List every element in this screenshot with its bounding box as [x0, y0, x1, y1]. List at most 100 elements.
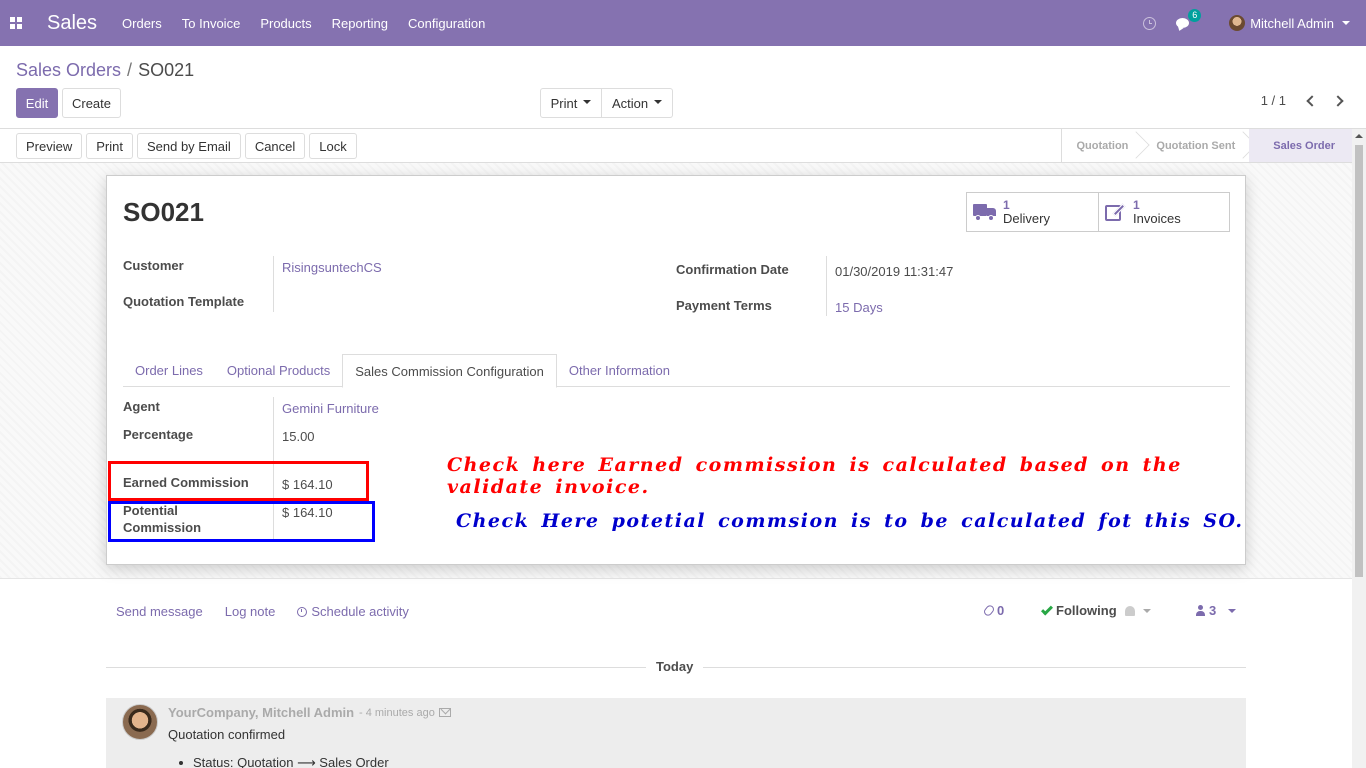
tab-optional-products[interactable]: Optional Products: [215, 354, 342, 387]
schedule-activity-button[interactable]: Schedule activity: [297, 604, 409, 619]
chevron-right-icon[interactable]: [1332, 94, 1344, 107]
follow-button[interactable]: Following: [1040, 602, 1151, 618]
customer-field[interactable]: RisingsuntechCS: [282, 260, 382, 275]
action-dropdown[interactable]: Action: [602, 88, 673, 118]
chat-icon: [1176, 18, 1190, 28]
date-separator-label: Today: [646, 659, 704, 674]
quotation-template-label: Quotation Template: [123, 294, 245, 309]
stage-sales-order[interactable]: Sales Order: [1249, 129, 1352, 162]
menu-to-invoice[interactable]: To Invoice: [182, 16, 241, 31]
cancel-button[interactable]: Cancel: [244, 133, 306, 159]
action-label: Action: [611, 95, 649, 111]
delivery-count: 1: [1003, 198, 1010, 212]
form-statusbar: Preview Print Send by Email Cancel Lock …: [0, 129, 1352, 163]
print-button[interactable]: Print: [86, 133, 133, 159]
invoices-label: Invoices: [1133, 211, 1181, 226]
caret-down-icon: [654, 99, 663, 104]
page-scrollbar[interactable]: [1352, 129, 1366, 768]
preview-button[interactable]: Preview: [16, 133, 83, 159]
schedule-activity-label: Schedule activity: [311, 604, 409, 619]
activity-clock-icon[interactable]: [1143, 16, 1157, 30]
edit-button[interactable]: Edit: [16, 88, 58, 118]
message-time: - 4 minutes ago: [359, 707, 435, 719]
message-body: Quotation confirmed: [168, 727, 286, 742]
sidebar-buttons: Print Action: [540, 88, 673, 118]
send-message-button[interactable]: Send message: [116, 604, 203, 619]
menu-orders[interactable]: Orders: [122, 16, 162, 31]
percentage-label: Percentage: [123, 427, 194, 442]
breadcrumb-sales-orders[interactable]: Sales Orders: [16, 60, 121, 80]
breadcrumb-separator: /: [127, 60, 133, 80]
paperclip-icon: [982, 603, 996, 618]
truck-icon: [973, 203, 997, 221]
agent-label: Agent: [123, 399, 160, 414]
earned-highlight-box: [108, 461, 369, 501]
potential-annotation: Check Here potetial commsion is to be ca…: [456, 510, 1244, 532]
stage-quotation-sent[interactable]: Quotation Sent: [1142, 129, 1249, 162]
print-label: Print: [550, 95, 578, 111]
breadcrumb: Sales Orders / SO021: [16, 60, 194, 81]
menu-reporting[interactable]: Reporting: [332, 16, 388, 31]
invoices-smart-button[interactable]: 1 Invoices: [1098, 193, 1229, 231]
apps-menu-button[interactable]: [0, 0, 32, 46]
create-button[interactable]: Create: [62, 88, 121, 118]
chat-badge: 6: [1188, 9, 1202, 22]
chatter-topbar: Send message Log note Schedule activity: [116, 604, 409, 619]
agent-field[interactable]: Gemini Furniture: [282, 401, 379, 416]
payment-terms-field[interactable]: 15 Days: [835, 300, 883, 315]
menu-configuration[interactable]: Configuration: [408, 16, 485, 31]
log-note-button[interactable]: Log note: [225, 604, 276, 619]
messaging-menu[interactable]: 6: [1176, 9, 1202, 28]
scroll-up-arrow-icon[interactable]: [1355, 134, 1363, 138]
menu-products[interactable]: Products: [260, 16, 311, 31]
field-divider: [826, 256, 827, 316]
payment-terms-label: Payment Terms: [676, 298, 772, 313]
message-author[interactable]: YourCompany, Mitchell Admin: [168, 705, 354, 720]
clock-icon: [297, 606, 308, 617]
print-dropdown[interactable]: Print: [540, 88, 602, 118]
invoices-count: 1: [1133, 198, 1140, 212]
chevron-left-icon[interactable]: [1306, 94, 1318, 107]
user-icon: [1196, 605, 1205, 616]
percentage-field[interactable]: 15.00: [282, 429, 315, 444]
field-divider: [273, 256, 274, 312]
caret-down-icon: [1228, 608, 1237, 613]
earned-annotation: Check here Earned commission is calculat…: [447, 454, 1182, 498]
pager: 1 / 1: [1261, 93, 1344, 108]
scrollbar-thumb[interactable]: [1355, 145, 1363, 577]
caret-down-icon[interactable]: [1142, 608, 1151, 613]
author-avatar[interactable]: [122, 704, 158, 740]
send-by-email-button[interactable]: Send by Email: [136, 133, 241, 159]
tab-order-lines[interactable]: Order Lines: [123, 354, 215, 387]
user-menu[interactable]: Mitchell Admin: [1250, 16, 1334, 31]
delivery-smart-button[interactable]: 1 Delivery: [967, 193, 1098, 231]
attachments-button[interactable]: 0: [982, 603, 1004, 618]
followers-button[interactable]: 3: [1196, 603, 1237, 618]
main-menu: Orders To Invoice Products Reporting Con…: [122, 16, 505, 31]
tab-other-information[interactable]: Other Information: [557, 354, 682, 387]
apps-grid-icon: [10, 17, 22, 29]
potential-highlight-box: [108, 501, 375, 542]
envelope-icon[interactable]: [439, 708, 451, 717]
edit-icon: [1105, 202, 1127, 222]
followers-count: 3: [1209, 603, 1217, 618]
user-caret-down-icon[interactable]: [1342, 21, 1350, 25]
customer-label: Customer: [123, 258, 184, 273]
notebook-tabs: Order Lines Optional Products Sales Comm…: [123, 354, 1230, 388]
app-name[interactable]: Sales: [47, 12, 97, 35]
bell-icon[interactable]: [1124, 605, 1135, 616]
chatter-message: YourCompany, Mitchell Admin - 4 minutes …: [106, 698, 1246, 768]
caret-down-icon: [583, 99, 592, 104]
order-title: SO021: [123, 197, 204, 227]
confirmation-date-label: Confirmation Date: [676, 262, 789, 277]
pager-value[interactable]: 1 / 1: [1261, 93, 1286, 108]
message-tracking-value: Status: Quotation ⟶ Sales Order: [179, 755, 389, 768]
status-stages: Quotation Quotation Sent Sales Order: [1061, 129, 1352, 162]
check-icon: [1040, 602, 1054, 616]
form-sheet: SO021 1 Delivery 1 Invoices Customer Risin…: [106, 175, 1246, 565]
user-avatar[interactable]: [1229, 15, 1246, 31]
stage-quotation[interactable]: Quotation: [1062, 129, 1142, 162]
tab-sales-commission-configuration[interactable]: Sales Commission Configuration: [342, 354, 557, 388]
lock-button[interactable]: Lock: [309, 133, 357, 159]
confirmation-date-field[interactable]: 01/30/2019 11:31:47: [835, 264, 953, 279]
